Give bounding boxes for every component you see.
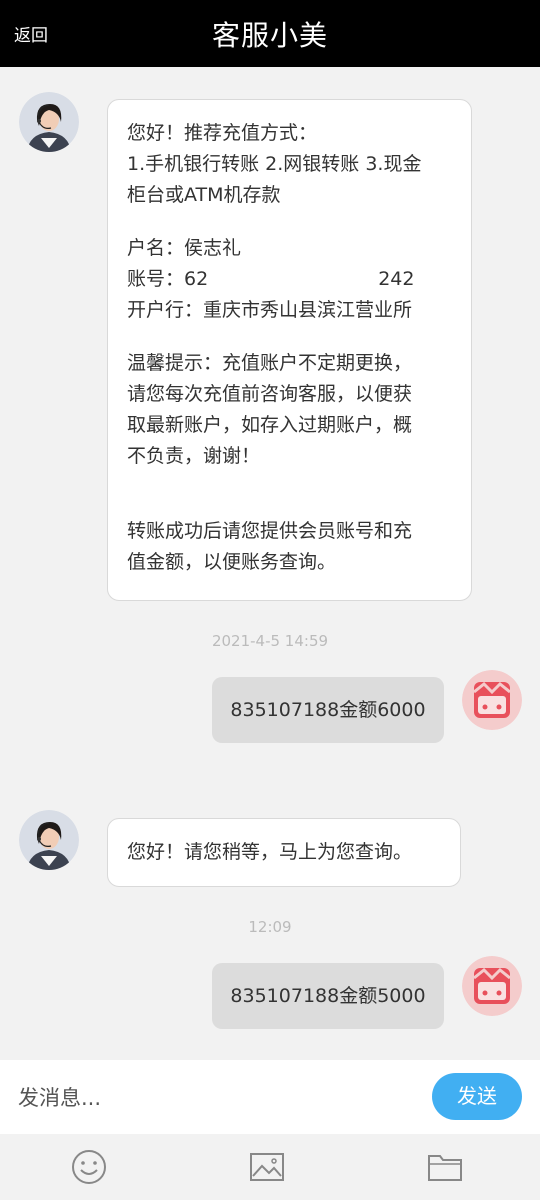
image-icon[interactable] bbox=[247, 1148, 287, 1186]
message-timestamp: 12:09 bbox=[248, 918, 292, 936]
user-message-bubble: 835107188金额5000 bbox=[212, 963, 444, 1029]
agent-avatar bbox=[19, 92, 79, 152]
message-text: 1.手机银行转账 2.网银转账 3.现金 bbox=[127, 153, 422, 175]
agent-message-bubble: 您好！推荐充值方式： 1.手机银行转账 2.网银转账 3.现金 柜台或ATM机存… bbox=[107, 99, 472, 601]
message-timestamp: 2021-4-5 14:59 bbox=[211, 632, 329, 650]
message-input-bar: 发送 bbox=[0, 1060, 540, 1134]
message-text: 转账成功后请您提供会员账号和充 bbox=[127, 520, 413, 542]
emoji-icon[interactable] bbox=[69, 1148, 109, 1186]
user-avatar bbox=[462, 670, 522, 730]
message-text: 您好！请您稍等，马上为您查询。 bbox=[127, 841, 413, 863]
user-message-bubble: 835107188金额6000 bbox=[212, 677, 444, 743]
bank-branch: 开户行：重庆市秀山县滨江营业所 bbox=[127, 299, 413, 321]
agent-avatar-image bbox=[19, 810, 79, 870]
agent-message-bubble: 您好！请您稍等，马上为您查询。 bbox=[107, 818, 461, 887]
send-button[interactable]: 发送 bbox=[432, 1073, 522, 1120]
bottom-toolbar bbox=[0, 1134, 540, 1200]
message-text: 不负责，谢谢！ bbox=[127, 445, 261, 467]
account-number-suffix: 242 bbox=[378, 268, 415, 290]
message-text: 柜台或ATM机存款 bbox=[127, 184, 281, 206]
folder-icon[interactable] bbox=[425, 1148, 465, 1186]
agent-avatar bbox=[19, 810, 79, 870]
header-bar: 返回 客服小美 bbox=[0, 0, 540, 67]
user-avatar bbox=[462, 956, 522, 1016]
account-name: 户名：侯志礼 bbox=[127, 237, 242, 259]
user-avatar-icon bbox=[462, 670, 522, 730]
message-input[interactable] bbox=[18, 1078, 398, 1118]
user-avatar-icon bbox=[462, 956, 522, 1016]
agent-avatar-image bbox=[19, 92, 79, 152]
message-text: 值金额，以便账务查询。 bbox=[127, 551, 337, 573]
message-text: 请您每次充值前咨询客服，以便获 bbox=[127, 383, 413, 405]
account-number-prefix: 账号：62 bbox=[127, 268, 209, 290]
message-text: 取最新账户，如存入过期账户，概 bbox=[127, 414, 413, 436]
message-text: 您好！推荐充值方式： bbox=[127, 122, 318, 144]
account-number: 账号：62 242 bbox=[127, 264, 452, 295]
message-text: 温馨提示：充值账户不定期更换， bbox=[127, 352, 413, 374]
page-title: 客服小美 bbox=[211, 19, 328, 52]
